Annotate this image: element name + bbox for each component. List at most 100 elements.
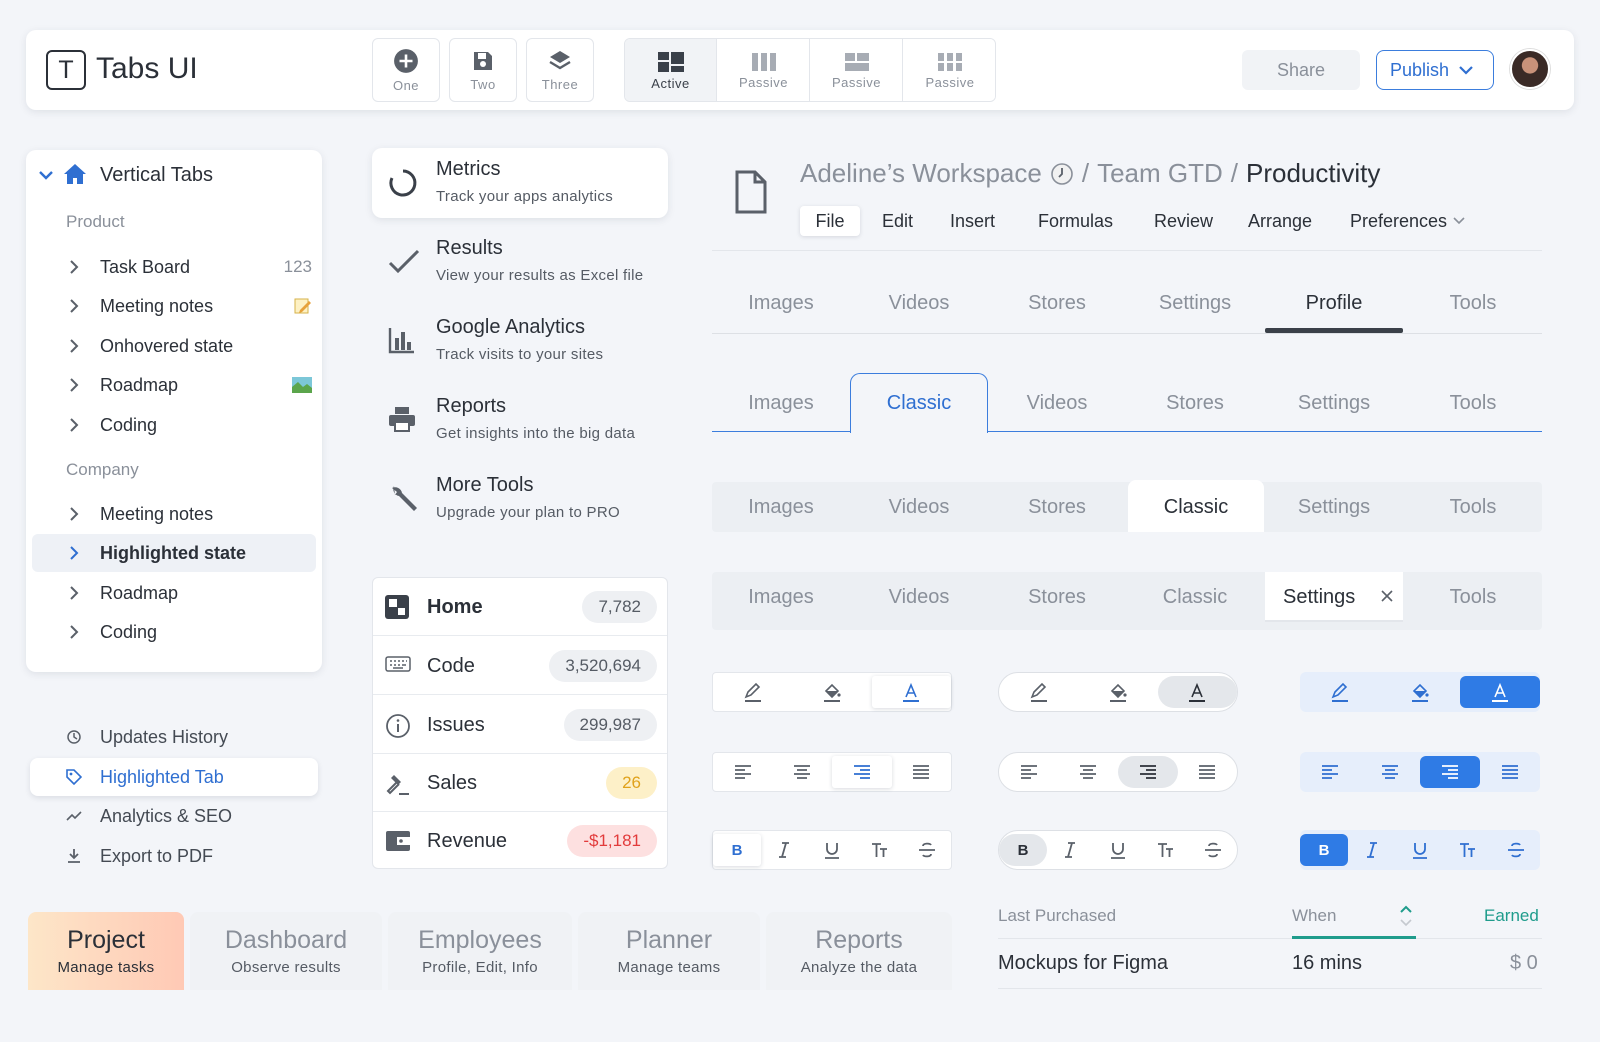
toolbar-button-two[interactable]: Two xyxy=(449,38,517,102)
tab-images[interactable]: Images xyxy=(712,586,850,609)
nav-analytics-seo[interactable]: Analytics & SEO xyxy=(30,797,318,835)
text-color-button[interactable] xyxy=(1460,676,1540,708)
italic-button[interactable] xyxy=(1348,834,1396,866)
menu-preferences[interactable]: Preferences xyxy=(1350,206,1465,236)
list-item-metrics[interactable]: Metrics Track your apps analytics xyxy=(372,148,668,218)
underline-button[interactable] xyxy=(1396,834,1444,866)
tab-settings[interactable]: Settings xyxy=(1126,292,1264,315)
nav-highlighted-tab[interactable]: Highlighted Tab xyxy=(30,758,318,796)
tab-videos[interactable]: Videos xyxy=(850,496,988,519)
sidebar-item-meeting-notes[interactable]: Meeting notes xyxy=(26,495,322,533)
bottom-tab-employees[interactable]: Employees Profile, Edit, Info xyxy=(388,912,572,990)
sidebar-item-meeting-notes[interactable]: Meeting notes xyxy=(26,287,322,325)
stat-row-issues[interactable]: Issues 299,987 xyxy=(373,696,667,754)
align-center-button[interactable] xyxy=(1360,756,1420,788)
fill-bucket-button[interactable] xyxy=(792,676,871,708)
tab-stores[interactable]: Stores xyxy=(988,586,1126,609)
publish-button[interactable]: Publish xyxy=(1376,50,1494,90)
sort-icon[interactable] xyxy=(1400,905,1412,927)
breadcrumb-workspace[interactable]: Adeline’s Workspace xyxy=(800,158,1042,189)
tab-stores[interactable]: Stores xyxy=(988,292,1126,315)
align-left-button[interactable] xyxy=(999,756,1059,788)
italic-button[interactable] xyxy=(761,834,809,866)
text-color-button[interactable] xyxy=(871,676,951,708)
tab-classic-active[interactable]: Classic xyxy=(1128,480,1264,532)
list-item-more-tools[interactable]: More Tools Upgrade your plan to PRO xyxy=(372,464,668,534)
fill-bucket-button[interactable] xyxy=(1380,676,1460,708)
align-right-button[interactable] xyxy=(832,756,892,788)
align-left-button[interactable] xyxy=(713,756,773,788)
italic-button[interactable] xyxy=(1047,834,1095,866)
tab-images[interactable]: Images xyxy=(712,392,850,415)
avatar[interactable] xyxy=(1510,49,1550,89)
menu-review[interactable]: Review xyxy=(1154,206,1213,236)
text-size-button[interactable] xyxy=(1142,834,1190,866)
tab-stores[interactable]: Stores xyxy=(988,496,1126,519)
menu-edit[interactable]: Edit xyxy=(882,206,913,236)
align-left-button[interactable] xyxy=(1300,756,1360,788)
column-header-earned[interactable]: Earned xyxy=(1484,906,1539,926)
tab-stores[interactable]: Stores xyxy=(1126,392,1264,415)
stat-row-revenue[interactable]: Revenue -$1,181 xyxy=(373,812,667,870)
sidebar-item-highlighted[interactable]: Highlighted state xyxy=(32,534,316,572)
breadcrumb-team[interactable]: Team GTD xyxy=(1097,158,1223,189)
text-size-button[interactable] xyxy=(1444,834,1492,866)
tab-images[interactable]: Images xyxy=(712,292,850,315)
fill-bucket-button[interactable] xyxy=(1078,676,1157,708)
align-right-button[interactable] xyxy=(1420,756,1480,788)
tab-videos[interactable]: Videos xyxy=(988,392,1126,415)
text-size-button[interactable] xyxy=(856,834,904,866)
align-justify-button[interactable] xyxy=(1178,756,1238,788)
sidebar-item-task-board[interactable]: Task Board 123 xyxy=(26,248,322,286)
pen-button[interactable] xyxy=(999,676,1078,708)
pen-button[interactable] xyxy=(713,676,792,708)
share-button[interactable]: Share xyxy=(1242,50,1360,90)
toggle-passive-2[interactable]: Passive xyxy=(811,39,903,101)
nav-updates-history[interactable]: Updates History xyxy=(30,718,318,756)
strikethrough-button[interactable] xyxy=(1492,834,1540,866)
align-center-button[interactable] xyxy=(1059,756,1119,788)
stat-row-code[interactable]: Code 3,520,694 xyxy=(373,637,667,695)
align-center-button[interactable] xyxy=(773,756,833,788)
tab-settings[interactable]: Settings xyxy=(1265,392,1403,415)
bold-button[interactable]: B xyxy=(999,834,1047,866)
toggle-passive-3[interactable]: Passive xyxy=(904,39,995,101)
sidebar-item-coding[interactable]: Coding xyxy=(26,613,322,651)
menu-arrange[interactable]: Arrange xyxy=(1248,206,1312,236)
nav-export-pdf[interactable]: Export to PDF xyxy=(30,837,318,875)
sidebar-item-onhovered[interactable]: Onhovered state xyxy=(26,327,322,365)
pen-button[interactable] xyxy=(1300,676,1380,708)
menu-formulas[interactable]: Formulas xyxy=(1038,206,1113,236)
sidebar-item-roadmap[interactable]: Roadmap xyxy=(26,574,322,612)
close-icon[interactable] xyxy=(1381,590,1393,602)
tab-videos[interactable]: Videos xyxy=(850,586,988,609)
underline-button[interactable] xyxy=(1094,834,1142,866)
sidebar-item-roadmap[interactable]: Roadmap xyxy=(26,366,322,404)
align-right-button[interactable] xyxy=(1118,756,1178,788)
list-item-reports[interactable]: Reports Get insights into the big data xyxy=(372,385,668,455)
strikethrough-button[interactable] xyxy=(1189,834,1237,866)
align-justify-button[interactable] xyxy=(1480,756,1540,788)
sidebar-item-coding[interactable]: Coding xyxy=(26,406,322,444)
tab-settings-active[interactable]: Settings xyxy=(1265,572,1403,622)
underline-button[interactable] xyxy=(808,834,856,866)
tab-classic-active[interactable]: Classic xyxy=(850,373,988,433)
menu-file[interactable]: File xyxy=(800,206,860,236)
tab-tools[interactable]: Tools xyxy=(1404,292,1542,315)
bold-button[interactable]: B xyxy=(713,834,761,866)
list-item-results[interactable]: Results View your results as Excel file xyxy=(372,227,668,297)
bold-button[interactable]: B xyxy=(1300,834,1348,866)
align-justify-button[interactable] xyxy=(892,756,952,788)
tab-settings[interactable]: Settings xyxy=(1265,496,1403,519)
tab-tools[interactable]: Tools xyxy=(1404,392,1542,415)
text-color-button[interactable] xyxy=(1157,676,1237,708)
toggle-active[interactable]: Active xyxy=(625,39,717,101)
bottom-tab-reports[interactable]: Reports Analyze the data xyxy=(766,912,952,990)
bottom-tab-dashboard[interactable]: Dashboard Observe results xyxy=(190,912,382,990)
toggle-passive-1[interactable]: Passive xyxy=(718,39,810,101)
bottom-tab-planner[interactable]: Planner Manage teams xyxy=(578,912,760,990)
tab-videos[interactable]: Videos xyxy=(850,292,988,315)
column-header-last-purchased[interactable]: Last Purchased xyxy=(998,906,1116,926)
tab-profile[interactable]: Profile xyxy=(1265,292,1403,315)
bottom-tab-project[interactable]: Project Manage tasks xyxy=(28,912,184,990)
